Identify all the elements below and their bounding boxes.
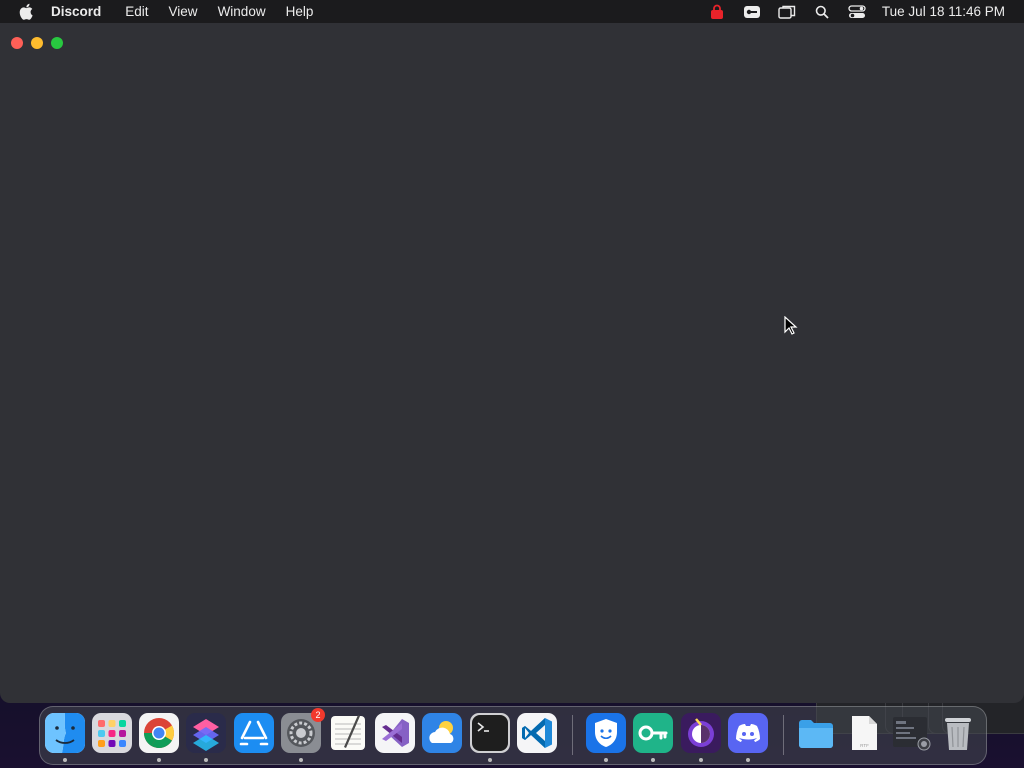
menu-clock[interactable]: Tue Jul 18 11:46 PM xyxy=(882,4,1005,19)
menu-help[interactable]: Help xyxy=(286,4,314,19)
vpn-shield-icon[interactable] xyxy=(586,713,626,753)
key-icon[interactable] xyxy=(742,4,762,20)
tor-browser-icon[interactable] xyxy=(681,713,721,753)
menu-bar: Discord Edit View Window Help Tue Jul 18… xyxy=(0,0,1024,23)
running-indicator xyxy=(204,758,208,762)
trash-icon[interactable] xyxy=(938,713,978,753)
menu-view[interactable]: View xyxy=(169,4,198,19)
running-indicator xyxy=(299,758,303,762)
vscode-icon[interactable] xyxy=(517,713,557,753)
running-indicator xyxy=(157,758,161,762)
app-store-icon[interactable] xyxy=(234,713,274,753)
screenshot-stack-icon[interactable] xyxy=(891,713,931,753)
document-label: RTF xyxy=(860,743,869,748)
system-settings-icon[interactable]: 2 xyxy=(281,708,325,753)
control-center-icon[interactable] xyxy=(847,4,867,20)
lock-icon[interactable] xyxy=(707,4,727,20)
folder-icon[interactable] xyxy=(796,713,836,753)
password-key-icon[interactable] xyxy=(633,713,673,753)
document-icon[interactable]: RTF xyxy=(844,713,884,753)
launchpad-icon[interactable] xyxy=(92,713,132,753)
menu-edit[interactable]: Edit xyxy=(125,4,148,19)
dock: 2 RTF xyxy=(39,706,987,765)
discord-icon[interactable] xyxy=(728,713,768,753)
running-indicator xyxy=(488,758,492,762)
running-indicator xyxy=(604,758,608,762)
running-indicator xyxy=(651,758,655,762)
shortcuts-icon[interactable] xyxy=(186,713,226,753)
finder-icon[interactable] xyxy=(45,713,85,753)
desktop: Discord Edit View Window Help Tue Jul 18… xyxy=(0,0,1024,768)
apple-icon[interactable] xyxy=(17,3,35,21)
running-indicator xyxy=(699,758,703,762)
terminal-icon[interactable] xyxy=(470,713,510,753)
dock-separator xyxy=(783,715,784,755)
dock-separator xyxy=(572,715,573,755)
running-indicator xyxy=(746,758,750,762)
running-indicator xyxy=(63,758,67,762)
chrome-icon[interactable] xyxy=(139,713,179,753)
discord-window[interactable] xyxy=(0,23,1024,703)
close-button[interactable] xyxy=(11,37,23,49)
menu-window[interactable]: Window xyxy=(218,4,266,19)
minimize-button[interactable] xyxy=(31,37,43,49)
weather-icon[interactable] xyxy=(422,713,462,753)
status-area: Tue Jul 18 11:46 PM xyxy=(707,0,1024,23)
zoom-button[interactable] xyxy=(51,37,63,49)
visual-studio-icon[interactable] xyxy=(375,713,415,753)
search-icon[interactable] xyxy=(812,4,832,20)
mouse-cursor-icon xyxy=(784,316,798,335)
screen-mirroring-icon[interactable] xyxy=(777,4,797,20)
notification-badge: 2 xyxy=(311,708,325,722)
textedit-icon[interactable] xyxy=(328,713,368,753)
menu-app-name[interactable]: Discord xyxy=(51,4,101,19)
